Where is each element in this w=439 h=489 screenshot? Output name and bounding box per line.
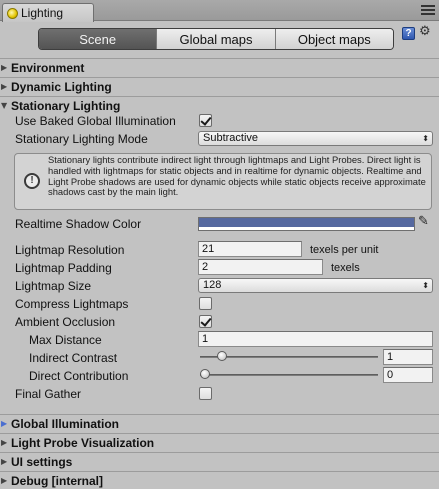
eyedropper-icon[interactable]: ✎	[418, 214, 429, 229]
shadow-color-label: Realtime Shadow Color	[15, 217, 142, 231]
scene-mode-button[interactable]: Scene	[39, 29, 158, 49]
section-stationary-lighting[interactable]: ▼ Stationary Lighting	[0, 96, 439, 114]
compress-lightmaps-label: Compress Lightmaps	[15, 297, 129, 311]
gear-icon[interactable]: ⚙	[419, 24, 431, 39]
stationary-info-text: Stationary lights contribute indirect li…	[48, 154, 426, 198]
stationary-mode-label: Stationary Lighting Mode	[15, 132, 148, 146]
dropdown-arrow-icon: ⬍	[422, 281, 429, 290]
mode-toolbar: Scene Global maps Object maps	[38, 28, 394, 50]
shadow-color-field[interactable]	[198, 217, 415, 231]
compress-lightmaps-checkbox[interactable]	[199, 297, 212, 310]
section-stationary-lighting-title: Stationary Lighting	[11, 98, 121, 113]
info-icon: !	[24, 173, 40, 189]
section-environment-title: Environment	[11, 60, 85, 75]
collapsed-arrow-icon: ▶	[1, 419, 8, 428]
lighting-bulb-icon	[7, 7, 18, 19]
lightmap-size-dropdown[interactable]: 128 ⬍	[198, 278, 433, 293]
indirect-contrast-field[interactable]: 1	[383, 349, 433, 365]
collapsed-arrow-icon: ▶	[1, 457, 8, 466]
lightmap-size-value: 128	[203, 279, 222, 291]
max-distance-field[interactable]: 1	[198, 331, 433, 347]
lighting-tab[interactable]: Lighting	[2, 3, 94, 22]
section-ui-settings[interactable]: ▶ UI settings	[0, 452, 439, 470]
lightmap-padding-label: Lightmap Padding	[15, 261, 112, 275]
direct-contribution-slider-thumb[interactable]	[200, 369, 210, 379]
max-distance-label: Max Distance	[29, 333, 102, 347]
lightmap-resolution-unit: texels per unit	[310, 244, 379, 256]
lightmap-resolution-label: Lightmap Resolution	[15, 243, 125, 257]
section-environment[interactable]: ▶ Environment	[0, 58, 439, 76]
section-light-probe-visualization[interactable]: ▶ Light Probe Visualization	[0, 433, 439, 451]
section-dynamic-lighting[interactable]: ▶ Dynamic Lighting	[0, 77, 439, 95]
expanded-arrow-icon: ▼	[1, 101, 8, 110]
ambient-occlusion-checkbox[interactable]	[199, 315, 212, 328]
use-baked-gi-label: Use Baked Global Illumination	[15, 114, 176, 128]
final-gather-label: Final Gather	[15, 387, 82, 401]
section-global-illumination-title: Global Illumination	[11, 416, 119, 431]
stationary-mode-dropdown[interactable]: Subtractive ⬍	[198, 131, 433, 146]
direct-contribution-label: Direct Contribution	[29, 369, 129, 383]
section-debug[interactable]: ▶ Debug [internal]	[0, 471, 439, 489]
global-maps-mode-button[interactable]: Global maps	[157, 29, 276, 49]
window-tab-strip: Lighting	[0, 0, 439, 22]
collapsed-arrow-icon: ▶	[1, 82, 8, 91]
direct-contribution-slider[interactable]	[200, 374, 378, 376]
object-maps-mode-button[interactable]: Object maps	[275, 29, 393, 49]
section-light-probe-visualization-title: Light Probe Visualization	[11, 435, 155, 450]
lighting-tab-label: Lighting	[21, 6, 64, 20]
collapsed-arrow-icon: ▶	[1, 438, 8, 447]
final-gather-checkbox[interactable]	[199, 387, 212, 400]
lightmap-padding-field[interactable]: 2	[198, 259, 323, 275]
window-menu-icon[interactable]	[421, 4, 435, 16]
dropdown-arrow-icon: ⬍	[422, 134, 429, 143]
indirect-contrast-slider-thumb[interactable]	[216, 351, 227, 361]
lightmap-padding-unit: texels	[331, 262, 360, 274]
section-dynamic-lighting-title: Dynamic Lighting	[11, 79, 112, 94]
lightmap-resolution-field[interactable]: 21	[198, 241, 302, 257]
collapsed-arrow-icon: ▶	[1, 476, 8, 485]
stationary-info-box: ! Stationary lights contribute indirect …	[14, 153, 432, 210]
stationary-mode-value: Subtractive	[203, 132, 259, 144]
lightmap-size-label: Lightmap Size	[15, 279, 92, 293]
alpha-bar	[199, 227, 414, 230]
collapsed-arrow-icon: ▶	[1, 63, 8, 72]
use-baked-gi-checkbox[interactable]	[199, 114, 212, 127]
section-debug-title: Debug [internal]	[11, 473, 103, 488]
help-book-icon[interactable]: ?	[402, 27, 415, 40]
indirect-contrast-label: Indirect Contrast	[29, 351, 118, 365]
section-global-illumination[interactable]: ▶ Global Illumination	[0, 414, 439, 432]
direct-contribution-field[interactable]: 0	[383, 367, 433, 383]
section-ui-settings-title: UI settings	[11, 454, 73, 469]
ambient-occlusion-label: Ambient Occlusion	[15, 315, 116, 329]
